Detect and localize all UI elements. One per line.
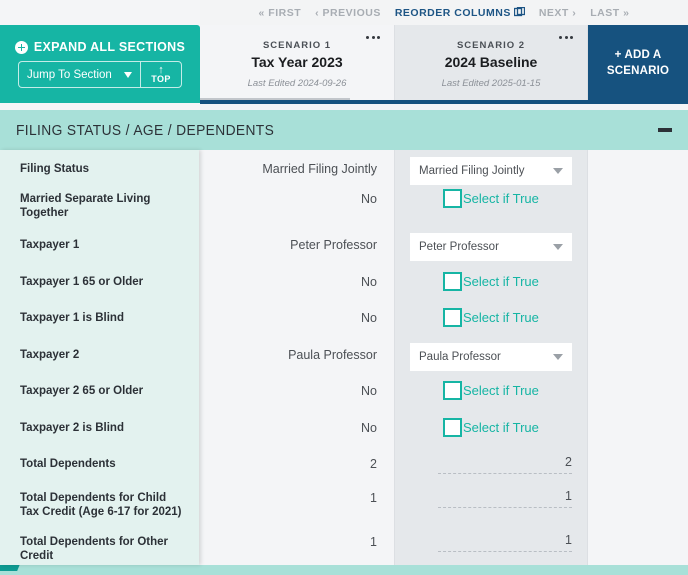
- columns-icon: [513, 6, 525, 20]
- scenario-2-number-input[interactable]: 1: [438, 533, 572, 552]
- scenario-2-select-value: Paula Professor: [419, 351, 501, 363]
- scenario-1-menu-ellipsis-icon[interactable]: [366, 36, 380, 39]
- scroll-to-top-button[interactable]: ↑ TOP: [140, 61, 182, 88]
- section-header[interactable]: FILING STATUS / AGE / DEPENDENTS: [0, 110, 688, 150]
- pager-next-link[interactable]: NEXT ›: [539, 7, 576, 19]
- scenario-2-checkbox-label: Select if True: [463, 191, 539, 206]
- expand-all-sections-button[interactable]: EXPAND ALL SECTIONS: [14, 40, 186, 54]
- scenario-2-checkbox-label: Select if True: [463, 420, 539, 435]
- reorder-columns-label: REORDER COLUMNS: [394, 7, 511, 19]
- checkbox-box-icon[interactable]: [443, 308, 462, 327]
- chevron-down-icon: [553, 244, 563, 250]
- scenario-2-name: 2024 Baseline: [444, 53, 538, 70]
- row-label: Married Separate Living Together: [20, 193, 151, 220]
- empty-column-area: [588, 150, 688, 565]
- row-label: Total Dependents for Child Tax Credit (A…: [20, 492, 182, 519]
- scenario-1-value: No: [361, 311, 377, 325]
- scenario-1-value: 2: [370, 457, 377, 471]
- table-body: Filing Status Married Separate Living Tog…: [0, 150, 688, 565]
- scenario-2-number-input[interactable]: 2: [438, 455, 572, 474]
- scenario-1-value: Married Filing Jointly: [262, 162, 377, 176]
- row-label: Taxpayer 2 is Blind: [20, 422, 124, 434]
- chevron-down-icon: [124, 71, 132, 78]
- chevron-down-icon: [553, 168, 563, 174]
- scenario-2-select-value: Peter Professor: [419, 241, 499, 253]
- row-label: Taxpayer 1 65 or Older: [20, 276, 144, 288]
- scenario-2-last-edited: Last Edited 2025-01-15: [441, 77, 541, 89]
- scenario-1-last-edited: Last Edited 2024-09-26: [247, 77, 347, 89]
- jump-to-section-select[interactable]: Jump To Section: [18, 61, 140, 88]
- scenario-2-checkbox-label: Select if True: [463, 274, 539, 289]
- scenario-2-checkbox[interactable]: Select if True: [443, 272, 539, 291]
- header-accent-bar: [200, 100, 688, 104]
- scenario-2-checkbox-label: Select if True: [463, 383, 539, 398]
- jump-controls: Jump To Section ↑ TOP: [18, 61, 182, 88]
- scenario-2-checkbox[interactable]: Select if True: [443, 418, 539, 437]
- row-label: Filing Status: [20, 163, 89, 175]
- checkbox-box-icon[interactable]: [443, 189, 462, 208]
- plus-circle-icon: [14, 40, 28, 54]
- scenario-1-value: No: [361, 192, 377, 206]
- scenario-2-checkbox[interactable]: Select if True: [443, 381, 539, 400]
- scenario-1-value: Paula Professor: [288, 348, 377, 362]
- checkbox-box-icon[interactable]: [443, 418, 462, 437]
- scenario-2-select[interactable]: Paula Professor: [410, 343, 572, 371]
- scenario-1-kicker: SCENARIO 1: [262, 39, 332, 51]
- row-label: Taxpayer 1 is Blind: [20, 312, 124, 324]
- scenario-2-checkbox-label: Select if True: [463, 310, 539, 325]
- bottom-accent-bar: [0, 565, 688, 575]
- row-label: Total Dependents: [20, 458, 116, 470]
- expand-all-panel: EXPAND ALL SECTIONS Jump To Section ↑ TO…: [0, 25, 200, 103]
- scenario-2-checkbox[interactable]: Select if True: [443, 308, 539, 327]
- scroll-to-top-label: TOP: [151, 74, 171, 84]
- minus-icon[interactable]: [658, 128, 672, 132]
- scenario-comparison-app: « FIRST ‹ PREVIOUS REORDER COLUMNS NEXT …: [0, 0, 688, 575]
- expand-all-sections-label: EXPAND ALL SECTIONS: [33, 40, 186, 54]
- scenario-column-header-1[interactable]: SCENARIO 1 Tax Year 2023 Last Edited 202…: [200, 25, 395, 103]
- scenario-2-menu-ellipsis-icon[interactable]: [559, 36, 573, 39]
- scenario-2-select[interactable]: Married Filing Jointly: [410, 157, 572, 185]
- row-label: Taxpayer 2: [20, 349, 80, 361]
- pager-first-link[interactable]: « FIRST: [259, 7, 302, 19]
- scenario-1-name: Tax Year 2023: [251, 53, 343, 70]
- jump-to-section-value: Jump To Section: [27, 68, 112, 81]
- row-label: Taxpayer 2 65 or Older: [20, 385, 144, 397]
- scenario-column-header-2[interactable]: SCENARIO 2 2024 Baseline Last Edited 202…: [395, 25, 588, 103]
- scenario-2-kicker: SCENARIO 2: [456, 39, 526, 51]
- chevron-down-icon: [553, 354, 563, 360]
- scenario-1-value: 1: [370, 491, 377, 505]
- add-scenario-button[interactable]: + ADD A SCENARIO: [588, 25, 688, 103]
- scenario-2-select-value: Married Filing Jointly: [419, 165, 525, 177]
- scenario-header-band: EXPAND ALL SECTIONS Jump To Section ↑ TO…: [0, 25, 688, 103]
- section-title: FILING STATUS / AGE / DEPENDENTS: [16, 121, 275, 139]
- scenario-2-checkbox[interactable]: Select if True: [443, 189, 539, 208]
- reorder-columns-button[interactable]: REORDER COLUMNS: [395, 6, 525, 19]
- row-label: Total Dependents for Other Credit: [20, 536, 169, 563]
- row-label-column: Filing Status Married Separate Living Tog…: [0, 150, 199, 565]
- pager-last-link[interactable]: LAST »: [590, 7, 629, 19]
- scenario-1-value: No: [361, 384, 377, 398]
- scenario-2-select[interactable]: Peter Professor: [410, 233, 572, 261]
- scenario-1-value: 1: [370, 535, 377, 549]
- checkbox-box-icon[interactable]: [443, 272, 462, 291]
- scenario-1-value: Peter Professor: [290, 238, 377, 252]
- pager-bar: « FIRST ‹ PREVIOUS REORDER COLUMNS NEXT …: [200, 0, 688, 25]
- row-label: Taxpayer 1: [20, 239, 80, 251]
- scenario-1-value: No: [361, 275, 377, 289]
- scenario-2-number-input[interactable]: 1: [438, 489, 572, 508]
- scenario-1-value: No: [361, 421, 377, 435]
- checkbox-box-icon[interactable]: [443, 381, 462, 400]
- pager-previous-link[interactable]: ‹ PREVIOUS: [315, 7, 381, 19]
